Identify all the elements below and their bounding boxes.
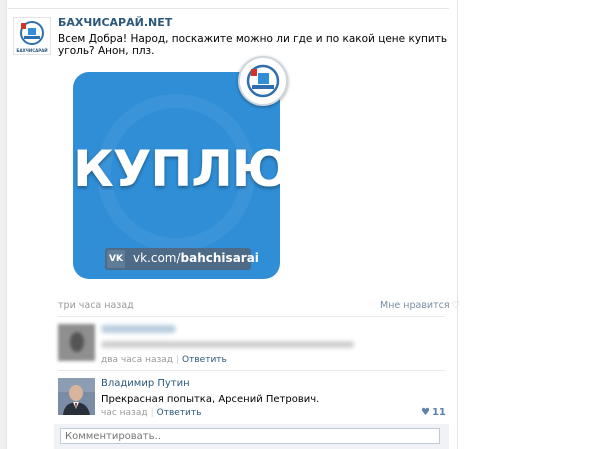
meta-separator: | [175,355,180,365]
like-label: Мне нравится [380,300,450,311]
avatar-caption: БАХЧИСАРАЙ [16,48,48,53]
like-button[interactable]: Мне нравится ♡ [380,300,460,311]
meta-separator: | [150,408,154,418]
comment-time-link[interactable]: два часа назад [101,355,173,365]
vk-logo-icon: VK [107,250,125,268]
comment-divider [58,370,445,371]
bahchisarai-logo-icon [20,21,44,45]
comment-meta: два часа назад | Ответить [101,355,227,365]
heart-filled-icon: ♥ [421,407,430,418]
comment-avatar-blurred[interactable] [58,324,95,361]
post-author-link[interactable]: БАХЧИСАРАЙ.NET [58,16,172,29]
top-separator [8,8,449,9]
right-border [457,0,458,449]
comment-author-link[interactable]: Владимир Путин [101,378,190,389]
banner-logo-badge [238,56,288,106]
comment-composer [54,424,449,449]
post-text: Всем Добра! Народ, поскажите можно ли гд… [58,33,448,57]
vk-url: vk.com/bahchisarai [133,251,259,265]
bahchisarai-badge-icon [246,64,280,98]
vk-url-prefix: vk.com/ [133,251,181,265]
group-avatar[interactable]: БАХЧИСАРАЙ [13,17,51,55]
comment-like-count: 11 [431,407,446,418]
comment-input[interactable] [60,428,440,444]
comment-avatar[interactable] [58,378,95,415]
reply-button[interactable]: Ответить [157,408,202,418]
post-image-banner[interactable]: КУПЛЮ VK vk.com/bahchisarai [73,72,280,279]
comment-author-blurred [101,325,176,333]
comment-text: Прекрасная попытка, Арсений Петрович. [101,394,320,405]
post-time-link[interactable]: три часа назад [58,300,134,311]
person-portrait-icon [58,378,95,415]
heart-outline-icon: ♡ [451,300,461,311]
comment-meta: час назад | Ответить [101,408,201,418]
banner-title: КУПЛЮ [73,140,280,198]
left-frame [0,0,7,449]
comment-text-blurred [101,341,354,348]
comment-time-link[interactable]: час назад [101,408,148,418]
comment-like-button[interactable]: ♥ 11 [421,407,446,418]
vk-url-name: bahchisarai [180,251,259,265]
reply-button[interactable]: Ответить [182,355,227,365]
vk-link-pill: VK vk.com/bahchisarai [105,248,259,270]
comments-divider [58,316,445,317]
